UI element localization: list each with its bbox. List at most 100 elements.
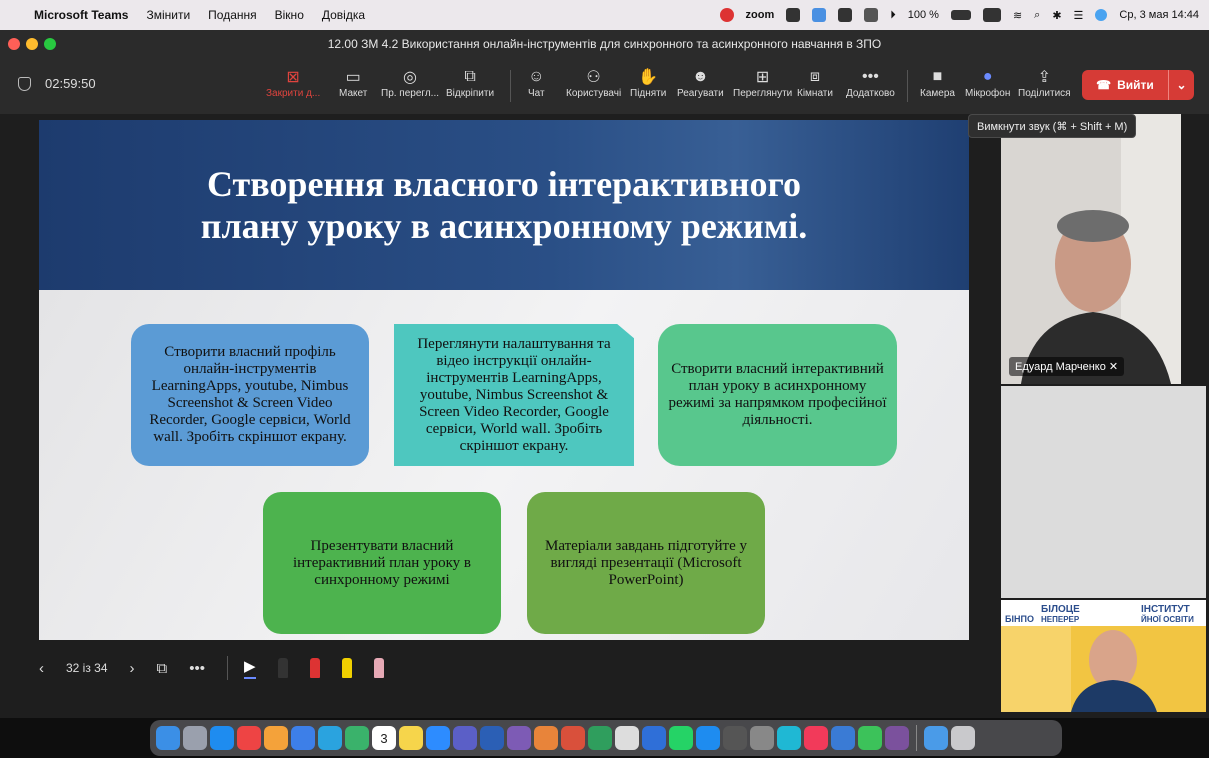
raise-hand-button[interactable]: ✋ Підняти bbox=[630, 66, 666, 99]
photos-icon[interactable] bbox=[264, 726, 288, 750]
leave-button[interactable]: ☎ Вийти ⌄ bbox=[1082, 70, 1194, 100]
wifi-icon[interactable]: ≋ bbox=[1013, 9, 1022, 22]
music-icon[interactable] bbox=[804, 726, 828, 750]
preview-button[interactable]: ◎ Пр. перегл... bbox=[381, 66, 439, 99]
maximize-window-button[interactable] bbox=[44, 38, 56, 50]
zoom-menu-label[interactable]: zoom bbox=[746, 9, 775, 21]
viber-app-icon[interactable] bbox=[507, 726, 531, 750]
app-store-icon[interactable] bbox=[696, 726, 720, 750]
pointer-icon[interactable]: ▶ bbox=[244, 657, 256, 679]
shield-icon bbox=[18, 76, 31, 91]
app-icon-5[interactable] bbox=[642, 726, 666, 750]
toolbar-divider bbox=[907, 70, 908, 102]
siri-icon[interactable] bbox=[1095, 9, 1108, 21]
layout-button[interactable]: ▭ Макет bbox=[339, 66, 367, 99]
calculator-icon[interactable] bbox=[723, 726, 747, 750]
menu-view[interactable]: Подання bbox=[208, 8, 256, 22]
menu-app-name[interactable]: Microsoft Teams bbox=[34, 8, 128, 22]
meeting-timer: 02:59:50 bbox=[18, 76, 96, 91]
share-button[interactable]: ⇪ Поділитися bbox=[1018, 66, 1071, 99]
dropbox-icon[interactable] bbox=[838, 8, 853, 22]
macos-menubar: Microsoft Teams Змінити Подання Вікно До… bbox=[0, 0, 1209, 30]
menu-edit[interactable]: Змінити bbox=[146, 8, 190, 22]
popout-button[interactable]: ⧉ Відкріпити bbox=[446, 66, 494, 99]
participant-video-1[interactable]: Едуард Марченко ✕ bbox=[1001, 114, 1181, 384]
hand-icon: ✋ bbox=[638, 69, 659, 86]
textedit-icon[interactable] bbox=[615, 726, 639, 750]
downloads-icon[interactable] bbox=[924, 726, 948, 750]
viber-icon[interactable] bbox=[885, 726, 909, 750]
react-button[interactable]: ☻ Реагувати bbox=[677, 66, 724, 99]
word-icon[interactable] bbox=[480, 726, 504, 750]
more-options-icon[interactable]: ••• bbox=[189, 660, 205, 677]
pen-icon[interactable] bbox=[277, 658, 288, 678]
people-status-icon[interactable] bbox=[864, 8, 879, 22]
menu-window[interactable]: Вікно bbox=[275, 8, 304, 22]
stop-sharing-button[interactable]: ⊠ Закрити д... bbox=[266, 66, 320, 99]
facetime-icon[interactable] bbox=[858, 726, 882, 750]
task-card-2: Переглянути налаштування та відео інстру… bbox=[394, 324, 634, 466]
preview-icon[interactable] bbox=[831, 726, 855, 750]
battery-label[interactable]: 100 % bbox=[908, 9, 939, 21]
mail-icon[interactable] bbox=[291, 726, 315, 750]
camera-button[interactable]: ■ Камера bbox=[920, 66, 955, 99]
meeting-stage: Створення власного інтерактивного плану … bbox=[0, 114, 1209, 718]
rooms-button[interactable]: ⧈ Кімнати bbox=[797, 66, 833, 99]
app-icon-4[interactable] bbox=[588, 726, 612, 750]
raise-hand-label: Підняти bbox=[630, 88, 667, 99]
zoom-app-icon[interactable] bbox=[426, 726, 450, 750]
more-button[interactable]: ••• Додатково bbox=[846, 66, 895, 99]
vk-icon[interactable] bbox=[982, 8, 1001, 22]
menu-help[interactable]: Довідка bbox=[322, 8, 365, 22]
leave-main[interactable]: ☎ Вийти bbox=[1082, 78, 1168, 92]
battery-icon[interactable] bbox=[950, 10, 971, 20]
next-slide-icon[interactable]: › bbox=[130, 660, 135, 677]
microphone-icon: ● bbox=[982, 68, 993, 85]
eraser-icon[interactable] bbox=[373, 658, 384, 678]
app-icon-2[interactable] bbox=[534, 726, 558, 750]
share-icon: ⇪ bbox=[1037, 69, 1051, 86]
teams-icon[interactable] bbox=[453, 726, 477, 750]
participant-video-3[interactable]: БІНПО БІЛОЦЕ НЕПЕРЕР ІНСТИТУТ ЙНОЇ ОСВІТ… bbox=[1001, 600, 1206, 712]
highlighter-icon[interactable] bbox=[341, 658, 352, 678]
bluetooth-icon[interactable]: ✱ bbox=[1052, 9, 1061, 22]
search-icon[interactable]: ⌕ bbox=[1034, 9, 1040, 22]
chat-button[interactable]: ☺ Чат bbox=[528, 66, 545, 99]
launchpad-icon[interactable] bbox=[183, 726, 207, 750]
safari-icon[interactable] bbox=[210, 726, 234, 750]
telegram-icon[interactable] bbox=[318, 726, 342, 750]
camera-label: Камера bbox=[920, 88, 955, 99]
whatsapp-icon[interactable] bbox=[669, 726, 693, 750]
play-icon[interactable]: ⏵ bbox=[890, 9, 896, 22]
participant-video-2[interactable] bbox=[1001, 386, 1206, 598]
clock[interactable]: Ср, 3 мая 14:44 bbox=[1119, 9, 1199, 21]
leave-dropdown-button[interactable]: ⌄ bbox=[1168, 70, 1194, 100]
notes-icon[interactable] bbox=[399, 726, 423, 750]
dock-divider bbox=[916, 725, 917, 751]
minimize-window-button[interactable] bbox=[26, 38, 38, 50]
shield-status-icon[interactable] bbox=[786, 8, 801, 22]
control-center-icon[interactable]: ☰ bbox=[1074, 9, 1084, 22]
chrome-icon[interactable] bbox=[237, 726, 261, 750]
settings-icon[interactable] bbox=[750, 726, 774, 750]
people-button[interactable]: ⚇ Користувачі bbox=[566, 66, 621, 99]
react-label: Реагувати bbox=[677, 88, 724, 99]
zoom-status-icon[interactable] bbox=[719, 8, 734, 22]
canva-icon[interactable] bbox=[777, 726, 801, 750]
app-status-icon[interactable] bbox=[812, 8, 827, 22]
trash-icon[interactable] bbox=[951, 726, 975, 750]
maps-icon[interactable] bbox=[345, 726, 369, 750]
close-window-button[interactable] bbox=[8, 38, 20, 50]
popout-icon: ⧉ bbox=[464, 68, 476, 85]
leave-label: Вийти bbox=[1117, 78, 1154, 92]
slide-grid-icon[interactable]: ⧉ bbox=[157, 660, 168, 677]
more-icon: ••• bbox=[861, 68, 879, 85]
app-icon-3[interactable] bbox=[561, 726, 585, 750]
microphone-button[interactable]: ● Мікрофон bbox=[965, 66, 1010, 99]
marker-red-icon[interactable] bbox=[309, 658, 320, 678]
calendar-icon[interactable]: 3 bbox=[372, 726, 396, 750]
prev-slide-icon[interactable]: ‹ bbox=[39, 660, 44, 677]
window-controls bbox=[8, 38, 56, 50]
view-button[interactable]: ⊞ Переглянути bbox=[733, 66, 792, 99]
finder-icon[interactable] bbox=[156, 726, 180, 750]
